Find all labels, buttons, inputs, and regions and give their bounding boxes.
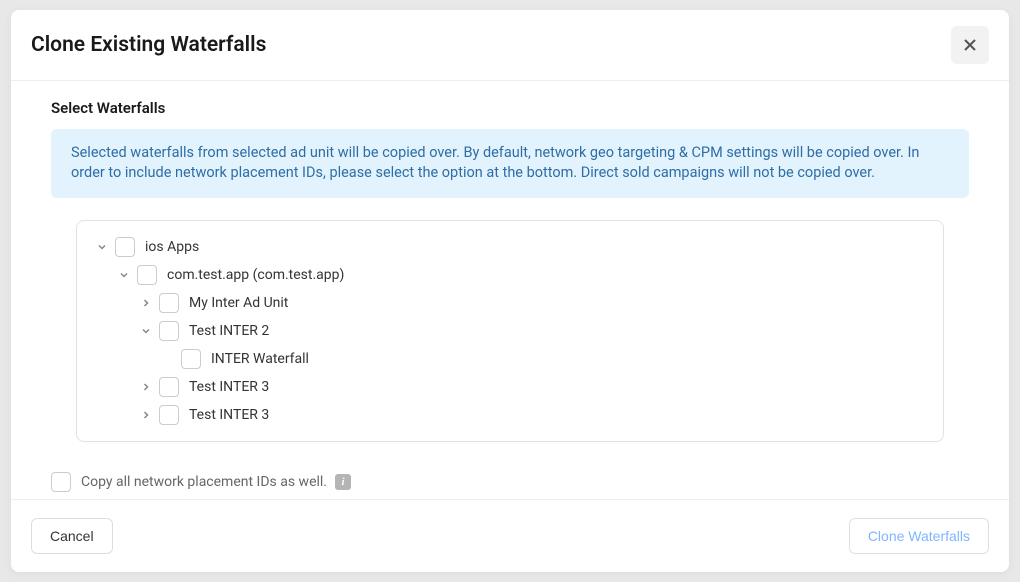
clone-waterfalls-modal: Clone Existing Waterfalls Select Waterfa…: [11, 10, 1009, 572]
checkbox-adunit-2[interactable]: [159, 321, 179, 341]
copy-option-label: Copy all network placement IDs as well.: [81, 474, 327, 490]
copy-placement-ids-option: Copy all network placement IDs as well. …: [51, 472, 969, 492]
info-banner: Selected waterfalls from selected ad uni…: [51, 129, 969, 198]
tree-row-adunit-3[interactable]: Test INTER 3: [87, 373, 927, 401]
tree-label: Test INTER 2: [189, 323, 269, 339]
tree-label: com.test.app (com.test.app): [167, 267, 344, 283]
tree-row-adunit-4[interactable]: Test INTER 3: [87, 401, 927, 429]
modal-body: Select Waterfalls Selected waterfalls fr…: [11, 81, 1009, 499]
close-icon: [962, 37, 978, 53]
modal-title: Clone Existing Waterfalls: [31, 33, 266, 57]
modal-footer: Cancel Clone Waterfalls: [11, 499, 1009, 572]
section-title: Select Waterfalls: [51, 99, 969, 117]
checkbox-app[interactable]: [137, 265, 157, 285]
modal-header: Clone Existing Waterfalls: [11, 10, 1009, 80]
info-icon[interactable]: i: [335, 474, 351, 490]
close-button[interactable]: [951, 26, 989, 64]
chevron-down-icon[interactable]: [95, 240, 109, 254]
chevron-right-icon[interactable]: [139, 296, 153, 310]
waterfall-tree: ios Apps com.test.app (com.test.app) My …: [76, 220, 944, 442]
tree-row-adunit-2[interactable]: Test INTER 2: [87, 317, 927, 345]
checkbox-adunit-3[interactable]: [159, 377, 179, 397]
tree-row-ios-apps[interactable]: ios Apps: [87, 233, 927, 261]
checkbox-waterfall-1[interactable]: [181, 349, 201, 369]
cancel-button[interactable]: Cancel: [31, 518, 113, 554]
tree-label: Test INTER 3: [189, 379, 269, 395]
checkbox-copy-placement-ids[interactable]: [51, 472, 71, 492]
checkbox-adunit-1[interactable]: [159, 293, 179, 313]
chevron-down-icon[interactable]: [139, 324, 153, 338]
chevron-right-icon[interactable]: [139, 408, 153, 422]
tree-row-adunit-1[interactable]: My Inter Ad Unit: [87, 289, 927, 317]
tree-row-waterfall-1[interactable]: INTER Waterfall: [87, 345, 927, 373]
checkbox-adunit-4[interactable]: [159, 405, 179, 425]
chevron-down-icon[interactable]: [117, 268, 131, 282]
clone-waterfalls-button[interactable]: Clone Waterfalls: [849, 518, 989, 554]
chevron-right-icon[interactable]: [139, 380, 153, 394]
checkbox-ios-apps[interactable]: [115, 237, 135, 257]
tree-label: Test INTER 3: [189, 407, 269, 423]
tree-label: INTER Waterfall: [211, 351, 309, 367]
tree-row-app[interactable]: com.test.app (com.test.app): [87, 261, 927, 289]
tree-label: ios Apps: [145, 239, 199, 255]
tree-label: My Inter Ad Unit: [189, 295, 288, 311]
